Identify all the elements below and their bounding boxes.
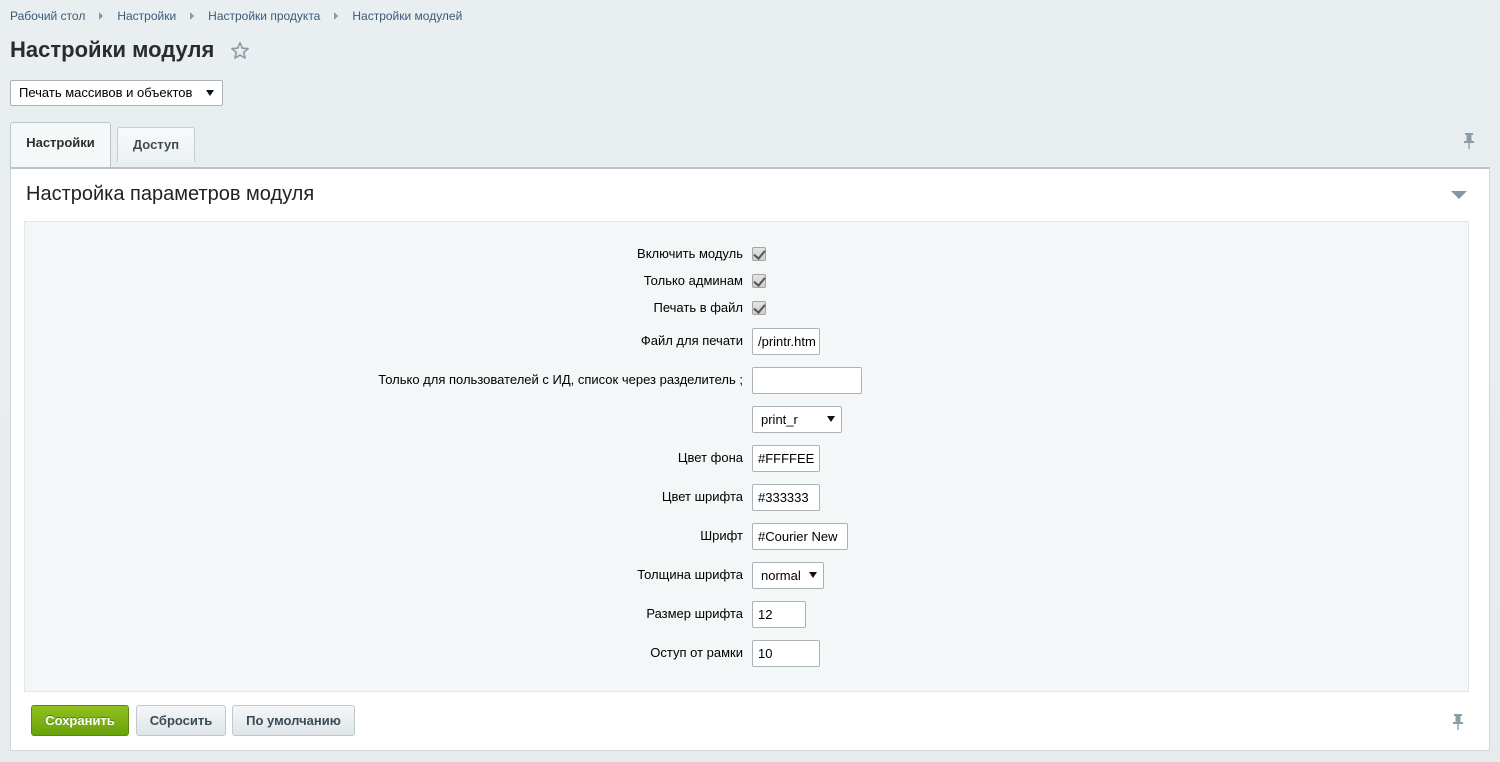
settings-form: Включить модуль Только админам Печать в … [24, 221, 1469, 692]
font-label: Шрифт [700, 528, 743, 543]
settings-panel: Настройка параметров модуля Включить мод… [10, 167, 1490, 751]
form-row-enable-module: Включить модуль [25, 241, 1468, 267]
form-row-font-size: Размер шрифта 12 [25, 601, 1468, 628]
breadcrumb-separator-icon [99, 12, 104, 20]
print-to-file-label: Печать в файл [653, 300, 744, 315]
enable-module-checkbox[interactable] [752, 247, 766, 261]
dropdown-arrow-icon [827, 416, 835, 422]
form-row-font-weight: Толщина шрифта normal [25, 562, 1468, 589]
form-row-font-color: Цвет шрифта #333333 [25, 484, 1468, 511]
chevron-down-icon[interactable] [1451, 191, 1467, 199]
form-row-admins-only: Только админам [25, 268, 1468, 294]
form-row-print-to-file: Печать в файл [25, 295, 1468, 321]
font-input[interactable]: #Courier New [752, 523, 848, 550]
module-select[interactable]: Печать массивов и объектов [10, 80, 223, 106]
pin-icon[interactable] [1462, 132, 1476, 150]
star-icon[interactable] [230, 41, 250, 61]
print-file-label: Файл для печати [640, 333, 743, 348]
dropdown-arrow-icon [206, 90, 214, 96]
reset-button[interactable]: Сбросить [136, 705, 226, 736]
pin-icon[interactable] [1451, 713, 1465, 731]
tab-settings[interactable]: Настройки [10, 122, 111, 167]
form-row-print-function: print_r [25, 406, 1468, 433]
form-row-bg-color: Цвет фона #FFFFEE [25, 445, 1468, 472]
default-button[interactable]: По умолчанию [232, 705, 355, 736]
padding-input[interactable]: 10 [752, 640, 820, 667]
section-title: Настройка параметров модуля [26, 183, 315, 205]
page-title: Настройки модуля [10, 37, 215, 62]
form-row-font: Шрифт #Courier New [25, 523, 1468, 550]
enable-module-label: Включить модуль [637, 246, 743, 261]
tab-access[interactable]: Доступ [117, 127, 195, 162]
breadcrumb-link-module-settings[interactable]: Настройки модулей [352, 9, 462, 23]
form-row-user-ids: Только для пользователей с ИД, список че… [25, 367, 1468, 394]
bg-color-input[interactable]: #FFFFEE [752, 445, 820, 472]
font-weight-select[interactable]: normal [752, 562, 824, 589]
print-function-value: print_r [761, 412, 798, 427]
breadcrumb-link-product-settings[interactable]: Настройки продукта [208, 9, 320, 23]
padding-label: Оступ от рамки [650, 645, 743, 660]
print-function-select[interactable]: print_r [752, 406, 842, 433]
form-row-print-file: Файл для печати /printr.htm [25, 328, 1468, 355]
form-row-padding: Оступ от рамки 10 [25, 640, 1468, 667]
breadcrumb-link-desktop[interactable]: Рабочий стол [10, 9, 85, 23]
font-size-input[interactable]: 12 [752, 601, 806, 628]
font-color-input[interactable]: #333333 [752, 484, 820, 511]
dropdown-arrow-icon [809, 572, 817, 578]
breadcrumb-link-settings[interactable]: Настройки [117, 9, 176, 23]
admins-only-label: Только админам [643, 273, 743, 288]
admins-only-checkbox[interactable] [752, 274, 766, 288]
font-size-label: Размер шрифта [646, 606, 743, 621]
breadcrumb-separator-icon [190, 12, 195, 20]
print-to-file-checkbox[interactable] [752, 301, 766, 315]
print-file-input[interactable]: /printr.htm [752, 328, 820, 355]
breadcrumb-separator-icon [334, 12, 339, 20]
user-ids-label: Только для пользователей с ИД, список че… [378, 372, 743, 387]
font-weight-label: Толщина шрифта [637, 567, 743, 582]
user-ids-input[interactable] [752, 367, 862, 394]
font-color-label: Цвет шрифта [661, 489, 743, 504]
save-button[interactable]: Сохранить [31, 705, 129, 736]
breadcrumb: Рабочий стол Настройки Настройки продукт… [10, 9, 462, 23]
font-weight-value: normal [761, 568, 801, 583]
bg-color-label: Цвет фона [677, 450, 743, 465]
module-select-value: Печать массивов и объектов [19, 85, 193, 100]
